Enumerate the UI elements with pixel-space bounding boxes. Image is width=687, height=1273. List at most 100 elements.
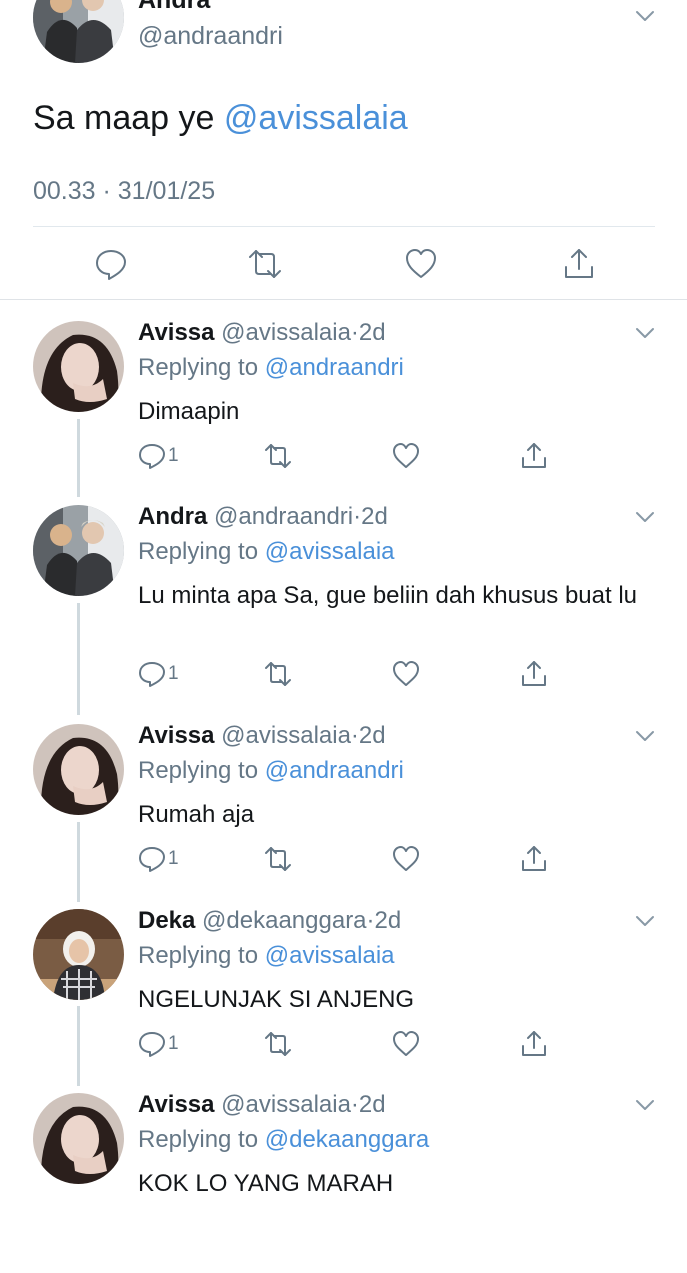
- avatar[interactable]: [33, 505, 124, 596]
- author-handle[interactable]: @dekaanggara: [202, 907, 366, 934]
- tweet-timestamp[interactable]: 00.33 · 31/01/25: [33, 176, 215, 206]
- share-button[interactable]: [520, 844, 548, 874]
- author-handle[interactable]: @avissalaia: [221, 319, 351, 346]
- author-name[interactable]: Deka: [138, 907, 195, 934]
- divider: [33, 226, 655, 227]
- reply-button[interactable]: 1: [138, 1029, 179, 1059]
- reply-button[interactable]: 1: [138, 659, 179, 689]
- reply-age: 2d: [374, 907, 402, 934]
- tweet-date: 31/01/25: [117, 177, 216, 205]
- reply-count: 1: [168, 445, 179, 466]
- dot-separator: ·: [350, 319, 359, 346]
- share-button[interactable]: [520, 1029, 548, 1059]
- reply-icon: [139, 1032, 165, 1057]
- tweet-text: Sa maap ye @avissalaia: [33, 98, 408, 138]
- author-handle[interactable]: @avissalaia: [221, 1091, 351, 1118]
- author-name[interactable]: Andra: [138, 0, 210, 14]
- mention-link[interactable]: @avissalaia: [265, 942, 395, 969]
- replying-prefix: Replying to: [138, 757, 265, 784]
- author-name[interactable]: Avissa: [138, 319, 215, 346]
- author-handle[interactable]: @andraandri: [214, 503, 353, 530]
- replying-prefix: Replying to: [138, 354, 265, 381]
- mention-link[interactable]: @dekaanggara: [265, 1126, 429, 1153]
- avatar[interactable]: [33, 909, 124, 1000]
- like-icon: [393, 443, 419, 468]
- chevron-down-icon[interactable]: [634, 913, 656, 929]
- like-icon: [393, 1031, 419, 1056]
- replying-to: Replying to @avissalaia: [138, 538, 395, 566]
- replying-prefix: Replying to: [138, 538, 265, 565]
- share-button[interactable]: [520, 659, 548, 689]
- share-icon: [522, 661, 546, 686]
- reply-text: Lu minta apa Sa, gue beliin dah khusus b…: [138, 582, 638, 609]
- share-button[interactable]: [520, 441, 548, 471]
- author-handle[interactable]: @avissalaia: [221, 722, 351, 749]
- like-button[interactable]: [392, 659, 420, 689]
- reply-tweet[interactable]: Avissa @avissalaia·2d Replying to @dekaa…: [0, 1091, 687, 1273]
- author-handle[interactable]: @andraandri: [138, 22, 283, 50]
- reply-count: 1: [168, 1033, 179, 1054]
- action-bar: 1: [138, 441, 558, 471]
- reply-text: Rumah aja: [138, 801, 255, 828]
- mention-link[interactable]: @avissalaia: [265, 538, 395, 565]
- like-button[interactable]: [392, 441, 420, 471]
- retweet-button[interactable]: [264, 441, 292, 471]
- action-bar: 1: [138, 1029, 558, 1059]
- like-button[interactable]: [392, 844, 420, 874]
- like-icon: [393, 661, 419, 686]
- reply-text: NGELUNJAK SI ANJENG: [138, 986, 415, 1013]
- retweet-button[interactable]: [264, 659, 292, 689]
- retweet-icon[interactable]: [248, 247, 282, 281]
- replying-prefix: Replying to: [138, 1126, 265, 1153]
- reply-button[interactable]: 1: [138, 844, 179, 874]
- mention-link[interactable]: @avissalaia: [224, 99, 408, 137]
- reply-text: Dimaapin: [138, 398, 240, 425]
- avatar[interactable]: [33, 724, 124, 815]
- reply-icon: [139, 444, 165, 469]
- reply-header: Avissa @avissalaia·2d: [138, 722, 386, 750]
- replying-to: Replying to @avissalaia: [138, 942, 395, 970]
- chevron-down-icon[interactable]: [634, 509, 656, 525]
- replying-prefix: Replying to: [138, 942, 265, 969]
- meta-separator: ·: [95, 177, 118, 205]
- like-icon[interactable]: [404, 247, 438, 281]
- chevron-down-icon[interactable]: [634, 8, 656, 24]
- chevron-down-icon[interactable]: [634, 728, 656, 744]
- chevron-down-icon[interactable]: [634, 325, 656, 341]
- author-name[interactable]: Andra: [138, 503, 207, 530]
- reply-tweet[interactable]: Avissa @avissalaia·2d Replying to @andra…: [0, 722, 687, 904]
- avatar[interactable]: [33, 321, 124, 412]
- avatar[interactable]: [33, 0, 124, 63]
- author-name[interactable]: Avissa: [138, 722, 215, 749]
- retweet-button[interactable]: [264, 1029, 292, 1059]
- retweet-icon: [265, 444, 291, 468]
- mention-link[interactable]: @andraandri: [265, 354, 404, 381]
- author-name[interactable]: Avissa: [138, 1091, 215, 1118]
- tweet-time: 00.33: [33, 177, 96, 205]
- reply-header: Avissa @avissalaia·2d: [138, 319, 386, 347]
- reply-tweet[interactable]: Andra @andraandri·2d Replying to @avissa…: [0, 503, 687, 687]
- action-bar: 1: [138, 844, 558, 874]
- reply-icon: [139, 662, 165, 687]
- reply-header: Deka @dekaanggara·2d: [138, 907, 401, 935]
- like-icon: [393, 846, 419, 871]
- tweet-text-plain: Sa maap ye: [33, 99, 224, 137]
- avatar[interactable]: [33, 1093, 124, 1184]
- reply-tweet[interactable]: Avissa @avissalaia·2d Replying to @andra…: [0, 319, 687, 501]
- replying-to: Replying to @dekaanggara: [138, 1126, 429, 1154]
- reply-icon[interactable]: [94, 247, 128, 281]
- reply-header: Avissa @avissalaia·2d: [138, 1091, 386, 1119]
- chevron-down-icon[interactable]: [634, 1097, 656, 1113]
- reply-count: 1: [168, 848, 179, 869]
- dot-separator: ·: [366, 907, 375, 934]
- share-icon: [522, 1031, 546, 1056]
- retweet-icon: [265, 1032, 291, 1056]
- reply-count: 1: [168, 663, 179, 684]
- like-button[interactable]: [392, 1029, 420, 1059]
- mention-link[interactable]: @andraandri: [265, 757, 404, 784]
- reply-button[interactable]: 1: [138, 441, 179, 471]
- reply-tweet[interactable]: Deka @dekaanggara·2d Replying to @avissa…: [0, 907, 687, 1089]
- replying-to: Replying to @andraandri: [138, 757, 404, 785]
- retweet-button[interactable]: [264, 844, 292, 874]
- share-icon[interactable]: [562, 247, 596, 281]
